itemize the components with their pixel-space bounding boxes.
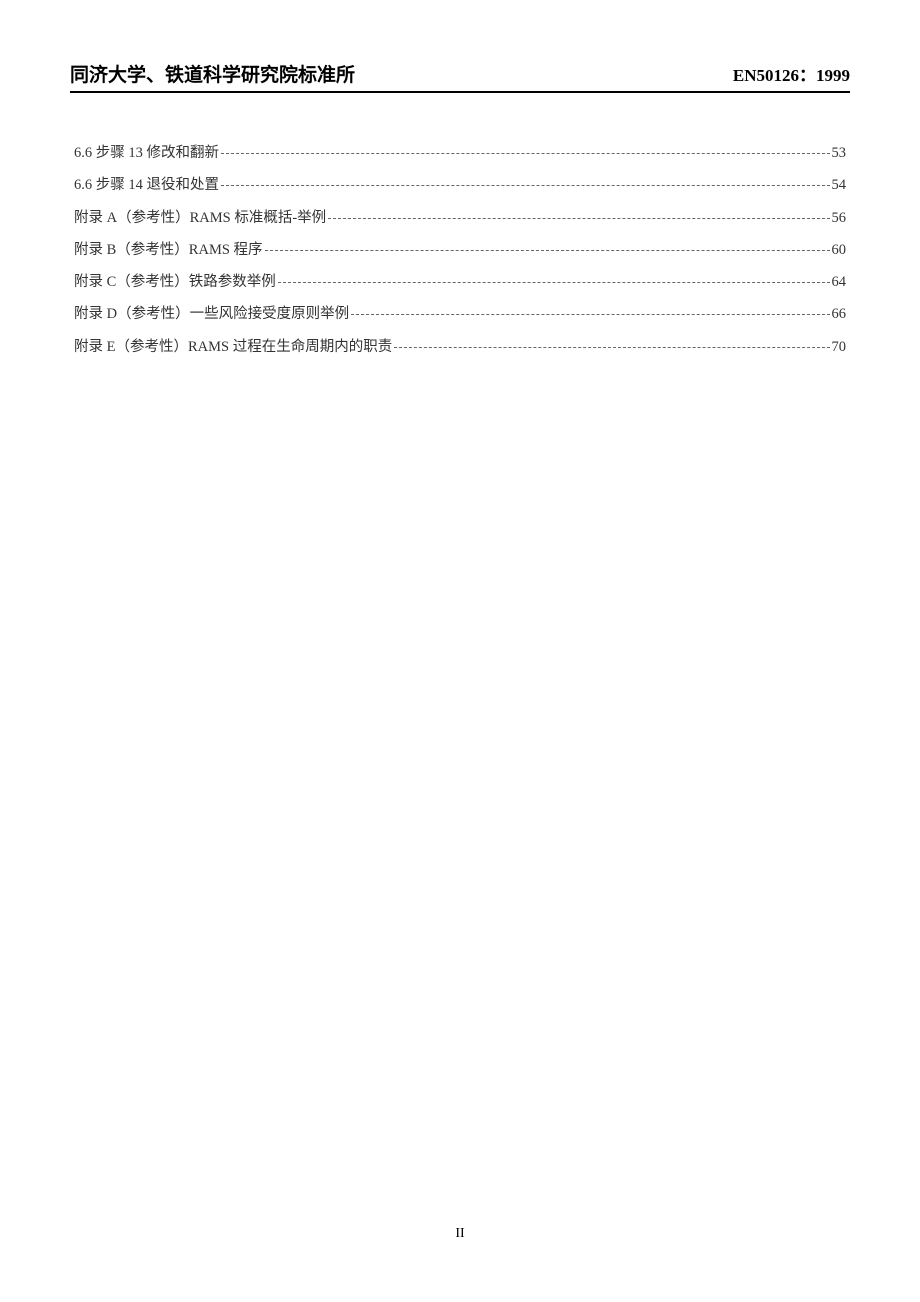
toc-label: 附录 B（参考性）RAMS 程序 [74, 240, 263, 260]
toc-entry: 附录 C（参考性）铁路参数举例 64 [74, 272, 846, 292]
toc-label: 附录 E（参考性）RAMS 过程在生命周期内的职责 [74, 337, 392, 357]
header-right-code: EN50126：1999 [733, 61, 850, 86]
toc-leader-dots [351, 314, 829, 315]
page-header: 同济大学、铁道科学研究院标准所 EN50126：1999 [70, 60, 850, 93]
header-left-title: 同济大学、铁道科学研究院标准所 [70, 60, 355, 87]
toc-entry: 附录 B（参考性）RAMS 程序 60 [74, 240, 846, 260]
toc-leader-dots [328, 218, 829, 219]
toc-page-number: 56 [832, 208, 847, 228]
toc-entry: 6.6 步骤 14 退役和处置 54 [74, 175, 846, 195]
toc-label: 附录 C（参考性）铁路参数举例 [74, 272, 276, 292]
table-of-contents: 6.6 步骤 13 修改和翻新 53 6.6 步骤 14 退役和处置 54 附录… [70, 143, 850, 357]
toc-label: 6.6 步骤 13 修改和翻新 [74, 143, 219, 163]
toc-entry: 附录 A（参考性）RAMS 标准概括-举例 56 [74, 208, 846, 228]
document-page: 同济大学、铁道科学研究院标准所 EN50126：1999 6.6 步骤 13 修… [0, 0, 920, 357]
toc-label: 6.6 步骤 14 退役和处置 [74, 175, 219, 195]
toc-page-number: 70 [832, 337, 847, 357]
toc-leader-dots [265, 250, 830, 251]
toc-leader-dots [221, 185, 830, 186]
footer-page-number: II [0, 1226, 920, 1242]
toc-page-number: 66 [832, 304, 847, 324]
toc-label: 附录 D（参考性）一些风险接受度原则举例 [74, 304, 349, 324]
toc-entry: 附录 E（参考性）RAMS 过程在生命周期内的职责 70 [74, 337, 846, 357]
toc-leader-dots [394, 347, 829, 348]
toc-leader-dots [221, 153, 830, 154]
toc-leader-dots [278, 282, 830, 283]
toc-page-number: 60 [832, 240, 847, 260]
toc-page-number: 64 [832, 272, 847, 292]
toc-page-number: 54 [832, 175, 847, 195]
toc-entry: 6.6 步骤 13 修改和翻新 53 [74, 143, 846, 163]
toc-label: 附录 A（参考性）RAMS 标准概括-举例 [74, 208, 326, 228]
toc-entry: 附录 D（参考性）一些风险接受度原则举例 66 [74, 304, 846, 324]
toc-page-number: 53 [832, 143, 847, 163]
